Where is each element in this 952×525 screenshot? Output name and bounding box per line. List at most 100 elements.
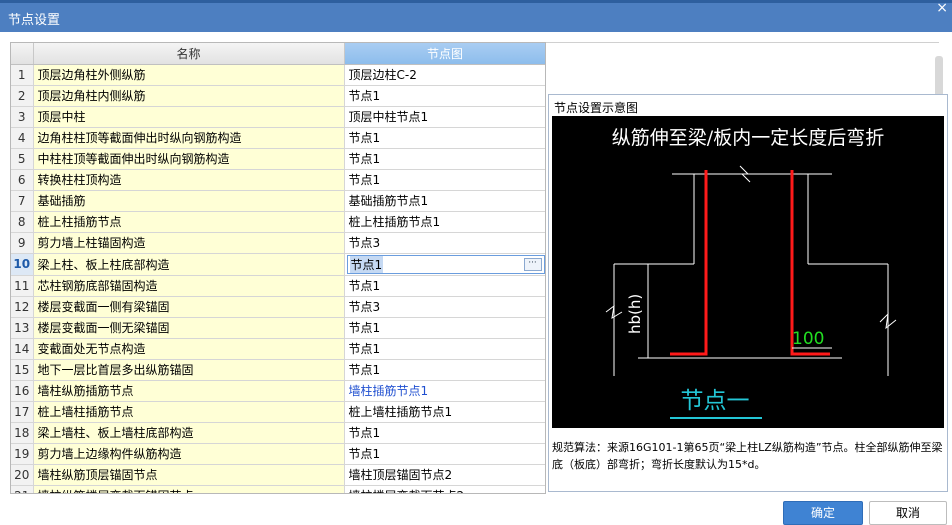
row-name-cell[interactable]: 转换柱柱顶构造 bbox=[33, 169, 345, 191]
table-row[interactable]: 13 楼层变截面一侧无梁锚固 节点1 bbox=[11, 317, 545, 339]
row-name-cell[interactable]: 梁上柱、板上柱底部构造 bbox=[33, 253, 345, 276]
row-number: 2 bbox=[11, 85, 34, 107]
row-name-cell[interactable]: 顶层边角柱内侧纵筋 bbox=[33, 85, 345, 107]
grid-header-row: 名称 节点图 bbox=[11, 43, 545, 65]
row-node-cell[interactable]: 节点3 bbox=[344, 296, 545, 318]
diagram-panel-title: 节点设置示意图 bbox=[554, 101, 639, 115]
row-number: 18 bbox=[11, 422, 34, 444]
row-number: 14 bbox=[11, 338, 34, 360]
row-name-cell[interactable]: 墙柱纵筋顶层锚固节点 bbox=[33, 464, 345, 486]
row-node-cell[interactable]: 节点1 bbox=[344, 169, 545, 191]
row-number: 1 bbox=[11, 64, 34, 86]
node-diagram-canvas: 纵筋伸至梁/板内一定长度后弯折 hb(h) 100 节点一 bbox=[552, 116, 944, 428]
table-row[interactable]: 18 梁上墙柱、板上墙柱底部构造 节点1 bbox=[11, 422, 545, 444]
node-settings-grid[interactable]: 名称 节点图 1 顶层边角柱外侧纵筋 顶层边柱C-2 2 顶层边角柱内侧纵筋 节点1 3 顶层… bbox=[10, 42, 546, 494]
row-node-cell[interactable]: 节点1 bbox=[344, 338, 545, 360]
row-name-cell[interactable]: 墙柱纵筋楼层变截面锚固节点 bbox=[33, 485, 345, 493]
row-name-cell[interactable]: 变截面处无节点构造 bbox=[33, 338, 345, 360]
table-row[interactable]: 5 中柱柱顶等截面伸出时纵向钢筋构造 节点1 bbox=[11, 148, 545, 170]
table-row[interactable]: 9 剪力墙上柱锚固构造 节点3 bbox=[11, 232, 545, 254]
table-row[interactable]: 2 顶层边角柱内侧纵筋 节点1 bbox=[11, 85, 545, 107]
row-node-cell[interactable]: 节点1 bbox=[344, 317, 545, 339]
row-number: 9 bbox=[11, 232, 34, 254]
table-row[interactable]: 11 芯柱钢筋底部锚固构造 节点1 bbox=[11, 275, 545, 297]
table-row[interactable]: 8 桩上柱插筋节点 桩上柱插筋节点1 bbox=[11, 211, 545, 233]
row-node-cell[interactable]: 顶层中柱节点1 bbox=[344, 106, 545, 128]
row-node-cell[interactable]: 墙柱楼层变截面节点2 bbox=[344, 485, 545, 493]
row-number: 21 bbox=[11, 485, 34, 493]
table-row[interactable]: 14 变截面处无节点构造 节点1 bbox=[11, 338, 545, 360]
row-name-cell[interactable]: 顶层边角柱外侧纵筋 bbox=[33, 64, 345, 86]
row-name-cell[interactable]: 墙柱纵筋插筋节点 bbox=[33, 380, 345, 402]
row-number: 4 bbox=[11, 127, 34, 149]
diagram-panel: 节点设置示意图 纵筋伸至梁/板内一定长度后弯折 hb(h) 100 节点一 规范… bbox=[548, 94, 948, 492]
row-node-cell[interactable]: 节点1 bbox=[344, 275, 545, 297]
row-name-cell[interactable]: 梁上墙柱、板上墙柱底部构造 bbox=[33, 422, 345, 444]
row-node-cell[interactable]: 节点1 bbox=[344, 85, 545, 107]
row-number: 12 bbox=[11, 296, 34, 318]
header-rownum bbox=[11, 43, 34, 65]
table-row[interactable]: 3 顶层中柱 顶层中柱节点1 bbox=[11, 106, 545, 128]
row-number: 5 bbox=[11, 148, 34, 170]
table-row[interactable]: 12 楼层变截面一侧有梁锚固 节点3 bbox=[11, 296, 545, 318]
rebar-left bbox=[670, 170, 708, 356]
diagram-caption: 节点一 bbox=[681, 388, 750, 414]
table-row[interactable]: 19 剪力墙上边缘构件纵筋构造 节点1 bbox=[11, 443, 545, 465]
ok-button[interactable]: 确定 bbox=[783, 501, 863, 525]
table-row[interactable]: 4 边角柱柱顶等截面伸出时纵向钢筋构造 节点1 bbox=[11, 127, 545, 149]
row-node-cell[interactable]: 节点1 bbox=[344, 443, 545, 465]
row-node-cell[interactable]: 桩上柱插筋节点1 bbox=[344, 211, 545, 233]
row-node-cell[interactable]: 节点1 ··· bbox=[344, 253, 545, 276]
row-node-cell[interactable]: 节点1 bbox=[344, 422, 545, 444]
row-number: 20 bbox=[11, 464, 34, 486]
row-number: 13 bbox=[11, 317, 34, 339]
row-name-cell[interactable]: 剪力墙上边缘构件纵筋构造 bbox=[33, 443, 345, 465]
row-name-cell[interactable]: 楼层变截面一侧无梁锚固 bbox=[33, 317, 345, 339]
row-number: 15 bbox=[11, 359, 34, 381]
bend-length-label: 100 bbox=[792, 329, 824, 349]
row-number: 11 bbox=[11, 275, 34, 297]
row-name-cell[interactable]: 楼层变截面一侧有梁锚固 bbox=[33, 296, 345, 318]
table-row[interactable]: 6 转换柱柱顶构造 节点1 bbox=[11, 169, 545, 191]
table-row[interactable]: 1 顶层边角柱外侧纵筋 顶层边柱C-2 bbox=[11, 64, 545, 86]
row-name-cell[interactable]: 剪力墙上柱锚固构造 bbox=[33, 232, 345, 254]
row-node-cell[interactable]: 节点1 bbox=[344, 148, 545, 170]
row-node-cell[interactable]: 节点1 bbox=[344, 359, 545, 381]
table-row[interactable]: 10 梁上柱、板上柱底部构造 节点1 ··· bbox=[11, 253, 545, 276]
table-row[interactable]: 16 墙柱纵筋插筋节点 墙柱插筋节点1 bbox=[11, 380, 545, 402]
table-row[interactable]: 7 基础插筋 基础插筋节点1 bbox=[11, 190, 545, 212]
table-row[interactable]: 15 地下一层比首层多出纵筋锚固 节点1 bbox=[11, 359, 545, 381]
row-number: 10 bbox=[11, 253, 34, 276]
vertical-scrollbar[interactable] bbox=[935, 56, 943, 98]
node-diagram: 纵筋伸至梁/板内一定长度后弯折 hb(h) 100 节点一 bbox=[605, 127, 897, 419]
row-node-cell[interactable]: 基础插筋节点1 bbox=[344, 190, 545, 212]
row-number: 17 bbox=[11, 401, 34, 423]
header-name[interactable]: 名称 bbox=[33, 43, 345, 65]
row-name-cell[interactable]: 边角柱柱顶等截面伸出时纵向钢筋构造 bbox=[33, 127, 345, 149]
ellipsis-button[interactable]: ··· bbox=[523, 257, 542, 271]
row-node-cell[interactable]: 墙柱顶层锚固节点2 bbox=[344, 464, 545, 486]
break-mark-top bbox=[739, 165, 751, 183]
row-name-cell[interactable]: 基础插筋 bbox=[33, 190, 345, 212]
row-name-cell[interactable]: 中柱柱顶等截面伸出时纵向钢筋构造 bbox=[33, 148, 345, 170]
row-name-cell[interactable]: 桩上柱插筋节点 bbox=[33, 211, 345, 233]
row-node-cell[interactable]: 节点1 bbox=[344, 127, 545, 149]
cancel-button[interactable]: 取消 bbox=[869, 501, 947, 525]
header-node[interactable]: 节点图 bbox=[344, 43, 545, 65]
row-node-cell[interactable]: 节点3 bbox=[344, 232, 545, 254]
row-node-cell[interactable]: 顶层边柱C-2 bbox=[344, 64, 545, 86]
row-node-cell[interactable]: 墙柱插筋节点1 bbox=[344, 380, 545, 402]
close-icon[interactable]: × bbox=[936, 0, 948, 16]
row-name-cell[interactable]: 顶层中柱 bbox=[33, 106, 345, 128]
row-name-cell[interactable]: 地下一层比首层多出纵筋锚固 bbox=[33, 359, 345, 381]
row-name-cell[interactable]: 芯柱钢筋底部锚固构造 bbox=[33, 275, 345, 297]
row-node-cell[interactable]: 桩上墙柱插筋节点1 bbox=[344, 401, 545, 423]
table-row[interactable]: 20 墙柱纵筋顶层锚固节点 墙柱顶层锚固节点2 bbox=[11, 464, 545, 486]
node-edit-value: 节点1 bbox=[349, 255, 384, 273]
node-edit-field[interactable]: 节点1 ··· bbox=[346, 254, 545, 274]
window-title: 节点设置 bbox=[8, 13, 61, 28]
table-row[interactable]: 21墙柱纵筋楼层变截面锚固节点墙柱楼层变截面节点2 bbox=[11, 485, 545, 493]
table-row[interactable]: 17 桩上墙柱插筋节点 桩上墙柱插筋节点1 bbox=[11, 401, 545, 423]
row-name-cell[interactable]: 桩上墙柱插筋节点 bbox=[33, 401, 345, 423]
right-panel-blank bbox=[546, 42, 939, 92]
